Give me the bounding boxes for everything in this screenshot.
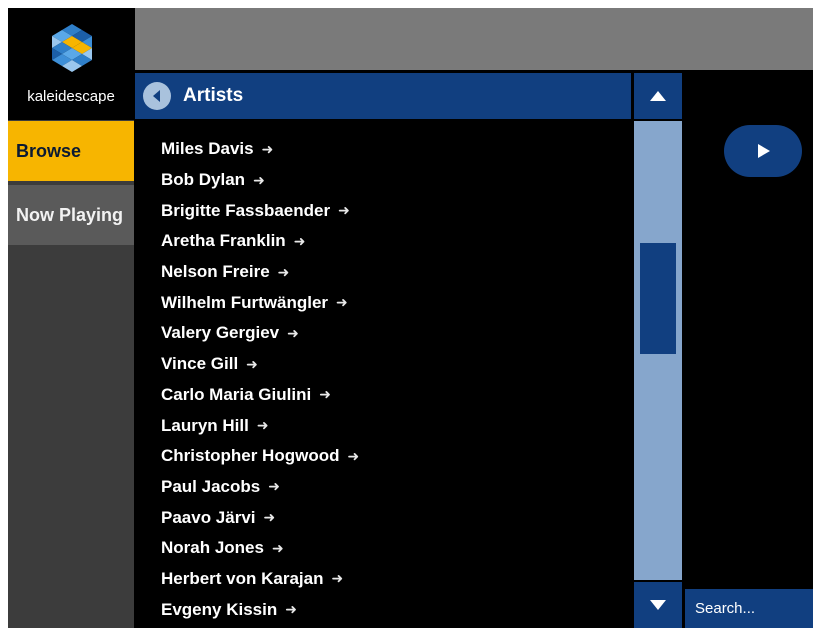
artist-item[interactable]: Lauryn Hill ➜ [161,410,621,441]
artist-item[interactable]: Nelson Freire ➜ [161,257,621,288]
artist-name: Bob Dylan [161,170,246,190]
artist-item[interactable]: Wilhelm Furtwängler ➜ [161,287,621,318]
artist-item[interactable]: Vince Gill ➜ [161,349,621,380]
right-arrow-icon: ➜ [271,539,284,556]
artist-name: Vince Gill [161,354,239,374]
artist-name: Herbert von Karajan [161,568,324,588]
artist-name: Miles Davis [161,139,254,159]
search-button[interactable]: Search... [685,589,813,628]
right-arrow-icon: ➜ [256,417,269,434]
artist-name: Nelson Freire [161,262,270,282]
right-arrow-icon: ➜ [285,601,297,618]
artist-name: Norah Jones [161,538,264,558]
artist-item[interactable]: Herbert von Karajan ➜ [161,564,621,595]
artist-name: Aretha Franklin [161,231,286,251]
right-arrow-icon: ➜ [268,478,280,495]
triangle-down-icon [650,600,666,610]
artist-item[interactable]: Norah Jones ➜ [161,533,621,564]
top-bar [135,8,813,70]
play-icon [758,144,770,158]
artist-list: Miles Davis ➜ Bob Dylan ➜ Brigitte Fassbaend… [161,134,621,625]
scroll-down-button[interactable] [634,582,682,628]
right-arrow-icon: ➜ [319,386,331,403]
right-arrow-icon: ➜ [246,355,258,372]
right-arrow-icon: ➜ [331,570,344,587]
artist-name: Brigitte Fassbaender [161,200,331,220]
artist-name: Christopher Hogwood [161,446,340,466]
artist-item[interactable]: Paul Jacobs ➜ [161,472,621,503]
brand-name: kaleidescape [27,88,115,105]
right-arrow-icon: ➜ [287,324,299,341]
artist-name: Wilhelm Furtwängler [161,292,329,312]
artist-item[interactable]: Paavo Järvi ➜ [161,502,621,533]
right-arrow-icon: ➜ [338,202,350,219]
artist-item[interactable]: Miles Davis ➜ [161,134,621,165]
page-title: Artists [183,85,244,106]
right-arrow-icon: ➜ [336,294,348,311]
artist-item[interactable]: Brigitte Fassbaender ➜ [161,195,621,226]
artist-name: Evgeny Kissin [161,599,278,619]
list-header: Artists [135,73,631,119]
artist-name: Lauryn Hill [161,415,249,435]
artist-item[interactable]: Carlo Maria Giulini ➜ [161,380,621,411]
artist-name: Paavo Järvi [161,507,256,527]
right-arrow-icon: ➜ [253,171,265,188]
nav-now-playing[interactable]: Now Playing [8,185,134,245]
artist-name: Carlo Maria Giulini [161,384,312,404]
back-arrow-icon [153,90,160,102]
right-arrow-icon: ➜ [277,263,290,280]
right-arrow-icon: ➜ [261,140,274,157]
right-arrow-icon: ➜ [263,509,276,526]
artist-name: Valery Gergiev [161,323,280,343]
artist-item[interactable]: Christopher Hogwood ➜ [161,441,621,472]
back-button[interactable] [143,82,171,110]
right-arrow-icon: ➜ [347,447,360,464]
logo-area: kaleidescape [8,8,134,120]
triangle-up-icon [650,91,666,101]
scroll-up-button[interactable] [634,73,682,119]
artist-item[interactable]: Evgeny Kissin ➜ [161,594,621,625]
nav-browse[interactable]: Browse [8,121,134,181]
play-button[interactable] [724,125,802,177]
scrollbar-thumb[interactable] [640,243,676,354]
right-arrow-icon: ➜ [293,232,306,249]
sidebar: kaleidescape Browse Now Playing [8,8,134,628]
artist-item[interactable]: Valery Gergiev ➜ [161,318,621,349]
artist-item[interactable]: Aretha Franklin ➜ [161,226,621,257]
app-window: kaleidescape Browse Now Playing Artists … [8,8,813,628]
kaleidescape-logo-icon [52,24,92,72]
artist-item[interactable]: Bob Dylan ➜ [161,165,621,196]
artist-name: Paul Jacobs [161,476,261,496]
